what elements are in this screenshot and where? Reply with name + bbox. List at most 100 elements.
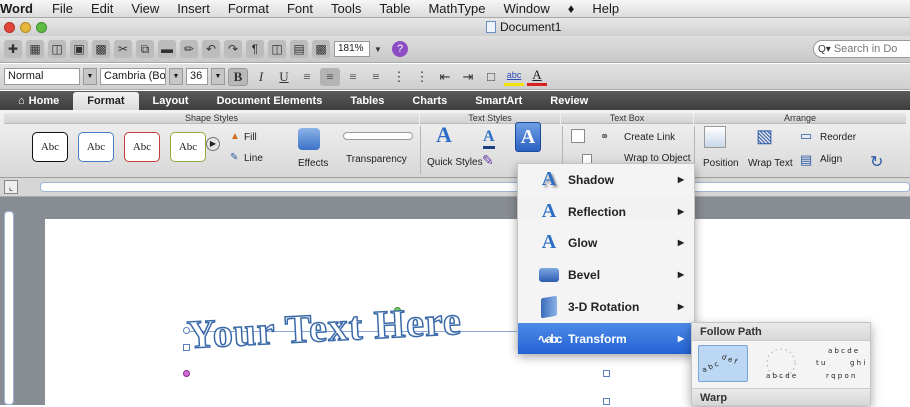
menu-help[interactable]: Help — [583, 1, 628, 16]
menu-insert[interactable]: Insert — [168, 1, 219, 16]
tab-document-elements[interactable]: Document Elements — [203, 92, 337, 110]
follow-path-arch-up-option[interactable]: a b c d e f — [698, 345, 748, 382]
highlight-icon[interactable]: abc — [504, 68, 524, 86]
menu-mathtype[interactable]: MathType — [419, 1, 494, 16]
open-icon[interactable]: ◫ — [48, 40, 66, 58]
shape-style-4[interactable]: Abc — [170, 132, 206, 162]
redo-icon[interactable]: ↷ — [224, 40, 242, 58]
resize-handle[interactable] — [603, 370, 610, 377]
new-document-icon[interactable]: ✚ — [4, 40, 22, 58]
align-right-icon[interactable]: ≡ — [343, 68, 363, 86]
align-button[interactable]: Align — [820, 154, 842, 165]
copy-icon[interactable]: ⧉ — [136, 40, 154, 58]
style-dropdown-icon[interactable]: ▼ — [83, 68, 97, 85]
save-icon[interactable]: ▣ — [70, 40, 88, 58]
align-center-icon[interactable]: ≡ — [320, 67, 340, 86]
adjust-handle[interactable] — [183, 370, 190, 377]
create-link-button[interactable]: Create Link — [624, 132, 675, 143]
decrease-indent-icon[interactable]: ⇤ — [435, 68, 455, 86]
menu-item-reflection[interactable]: A Reflection ▶ — [518, 196, 696, 227]
shape-style-1[interactable]: Abc — [32, 132, 68, 162]
tab-home[interactable]: ⌂ Home — [4, 92, 73, 110]
text-line-icon[interactable]: ✎ — [482, 152, 494, 169]
zoom-dropdown-icon[interactable]: ▼ — [374, 40, 382, 58]
menu-edit[interactable]: Edit — [82, 1, 122, 16]
format-painter-icon[interactable]: ✏ — [180, 40, 198, 58]
minimize-window-button[interactable] — [20, 22, 31, 33]
gallery-icon[interactable]: ▦ — [26, 40, 44, 58]
font-size-field[interactable]: 36 — [186, 68, 208, 85]
numbered-list-icon[interactable]: ⋮ — [389, 68, 409, 86]
wrap-text-icon[interactable]: ▧ — [756, 126, 773, 147]
transparency-slider[interactable] — [343, 132, 413, 140]
show-formatting-icon[interactable]: ¶ — [246, 40, 264, 58]
bold-button[interactable]: B — [228, 67, 248, 86]
script-menu-icon[interactable]: ♦ — [559, 1, 584, 16]
justify-icon[interactable]: ≡ — [366, 68, 386, 86]
menu-format[interactable]: Format — [219, 1, 278, 16]
text-fill-icon[interactable]: A — [483, 128, 495, 149]
style-field[interactable]: Normal — [4, 68, 80, 85]
shape-style-3[interactable]: Abc — [124, 132, 160, 162]
bulleted-list-icon[interactable]: ⋮ — [412, 68, 432, 86]
menu-view[interactable]: View — [122, 1, 168, 16]
media-browser-icon[interactable]: ▤ — [290, 40, 308, 58]
rotate-icon[interactable]: ↻ — [870, 152, 883, 172]
follow-path-circle-option[interactable]: a b c d e t u g h i r q p o n — [814, 345, 866, 382]
text-effects-button[interactable]: A — [515, 122, 541, 152]
tab-smartart[interactable]: SmartArt — [461, 92, 536, 110]
effects-icon[interactable] — [298, 128, 320, 150]
line-button[interactable]: Line — [244, 153, 263, 164]
close-window-button[interactable] — [4, 22, 15, 33]
app-menu[interactable]: Word — [0, 1, 43, 16]
menu-tools[interactable]: Tools — [322, 1, 370, 16]
sidebar-icon[interactable]: ◫ — [268, 40, 286, 58]
menu-item-shadow[interactable]: A Shadow ▶ — [518, 164, 696, 195]
search-field[interactable]: Q▾ Search in Do — [813, 40, 910, 58]
tab-selector-icon[interactable]: ⌞ — [4, 180, 18, 194]
menu-window[interactable]: Window — [495, 1, 559, 16]
reorder-button[interactable]: Reorder — [820, 132, 856, 143]
help-icon[interactable]: ? — [392, 41, 408, 57]
position-icon[interactable] — [704, 126, 726, 148]
tab-review[interactable]: Review — [536, 92, 602, 110]
increase-indent-icon[interactable]: ⇥ — [458, 68, 478, 86]
menu-file[interactable]: File — [43, 1, 82, 16]
undo-icon[interactable]: ↶ — [202, 40, 220, 58]
underline-button[interactable]: U — [274, 68, 294, 86]
fill-button[interactable]: Fill — [244, 132, 257, 143]
font-field[interactable]: Cambria (Bo... — [100, 68, 166, 85]
italic-button[interactable]: I — [251, 68, 271, 86]
print-icon[interactable]: ▩ — [92, 40, 110, 58]
menu-item-bevel[interactable]: Bevel ▶ — [518, 259, 696, 290]
font-color-icon[interactable]: A — [527, 67, 547, 86]
paste-icon[interactable]: ▬ — [158, 40, 176, 58]
menu-font[interactable]: Font — [278, 1, 322, 16]
cut-icon[interactable]: ✂ — [114, 40, 132, 58]
follow-path-arch-down-option[interactable]: a b c d e — [756, 345, 806, 382]
quick-styles-button[interactable]: Quick Styles — [427, 157, 483, 168]
toolbox-icon[interactable]: ▩ — [312, 40, 330, 58]
tab-charts[interactable]: Charts — [398, 92, 461, 110]
tab-layout[interactable]: Layout — [139, 92, 203, 110]
position-button[interactable]: Position — [703, 158, 739, 169]
font-dropdown-icon[interactable]: ▼ — [169, 68, 183, 85]
tab-format[interactable]: Format — [73, 92, 139, 110]
more-styles-icon[interactable]: ▶ — [206, 137, 220, 151]
resize-handle[interactable] — [603, 398, 610, 405]
menu-item-3d-rotation[interactable]: 3-D Rotation ▶ — [518, 291, 696, 322]
quick-styles-icon[interactable]: A — [436, 122, 452, 148]
effects-button[interactable]: Effects — [298, 158, 328, 169]
zoom-window-button[interactable] — [36, 22, 47, 33]
menu-item-glow[interactable]: A Glow ▶ — [518, 227, 696, 258]
menu-table[interactable]: Table — [370, 1, 419, 16]
align-left-icon[interactable]: ≡ — [297, 68, 317, 86]
horizontal-ruler[interactable] — [40, 182, 910, 192]
text-box-icon[interactable] — [571, 129, 585, 143]
menu-item-transform[interactable]: ∿abc Transform ▶ — [518, 323, 696, 354]
font-size-dropdown-icon[interactable]: ▼ — [211, 68, 225, 85]
tab-tables[interactable]: Tables — [336, 92, 398, 110]
borders-icon[interactable]: □ — [481, 68, 501, 86]
wrap-text-button[interactable]: Wrap Text — [748, 158, 793, 169]
vertical-ruler[interactable] — [4, 211, 14, 405]
